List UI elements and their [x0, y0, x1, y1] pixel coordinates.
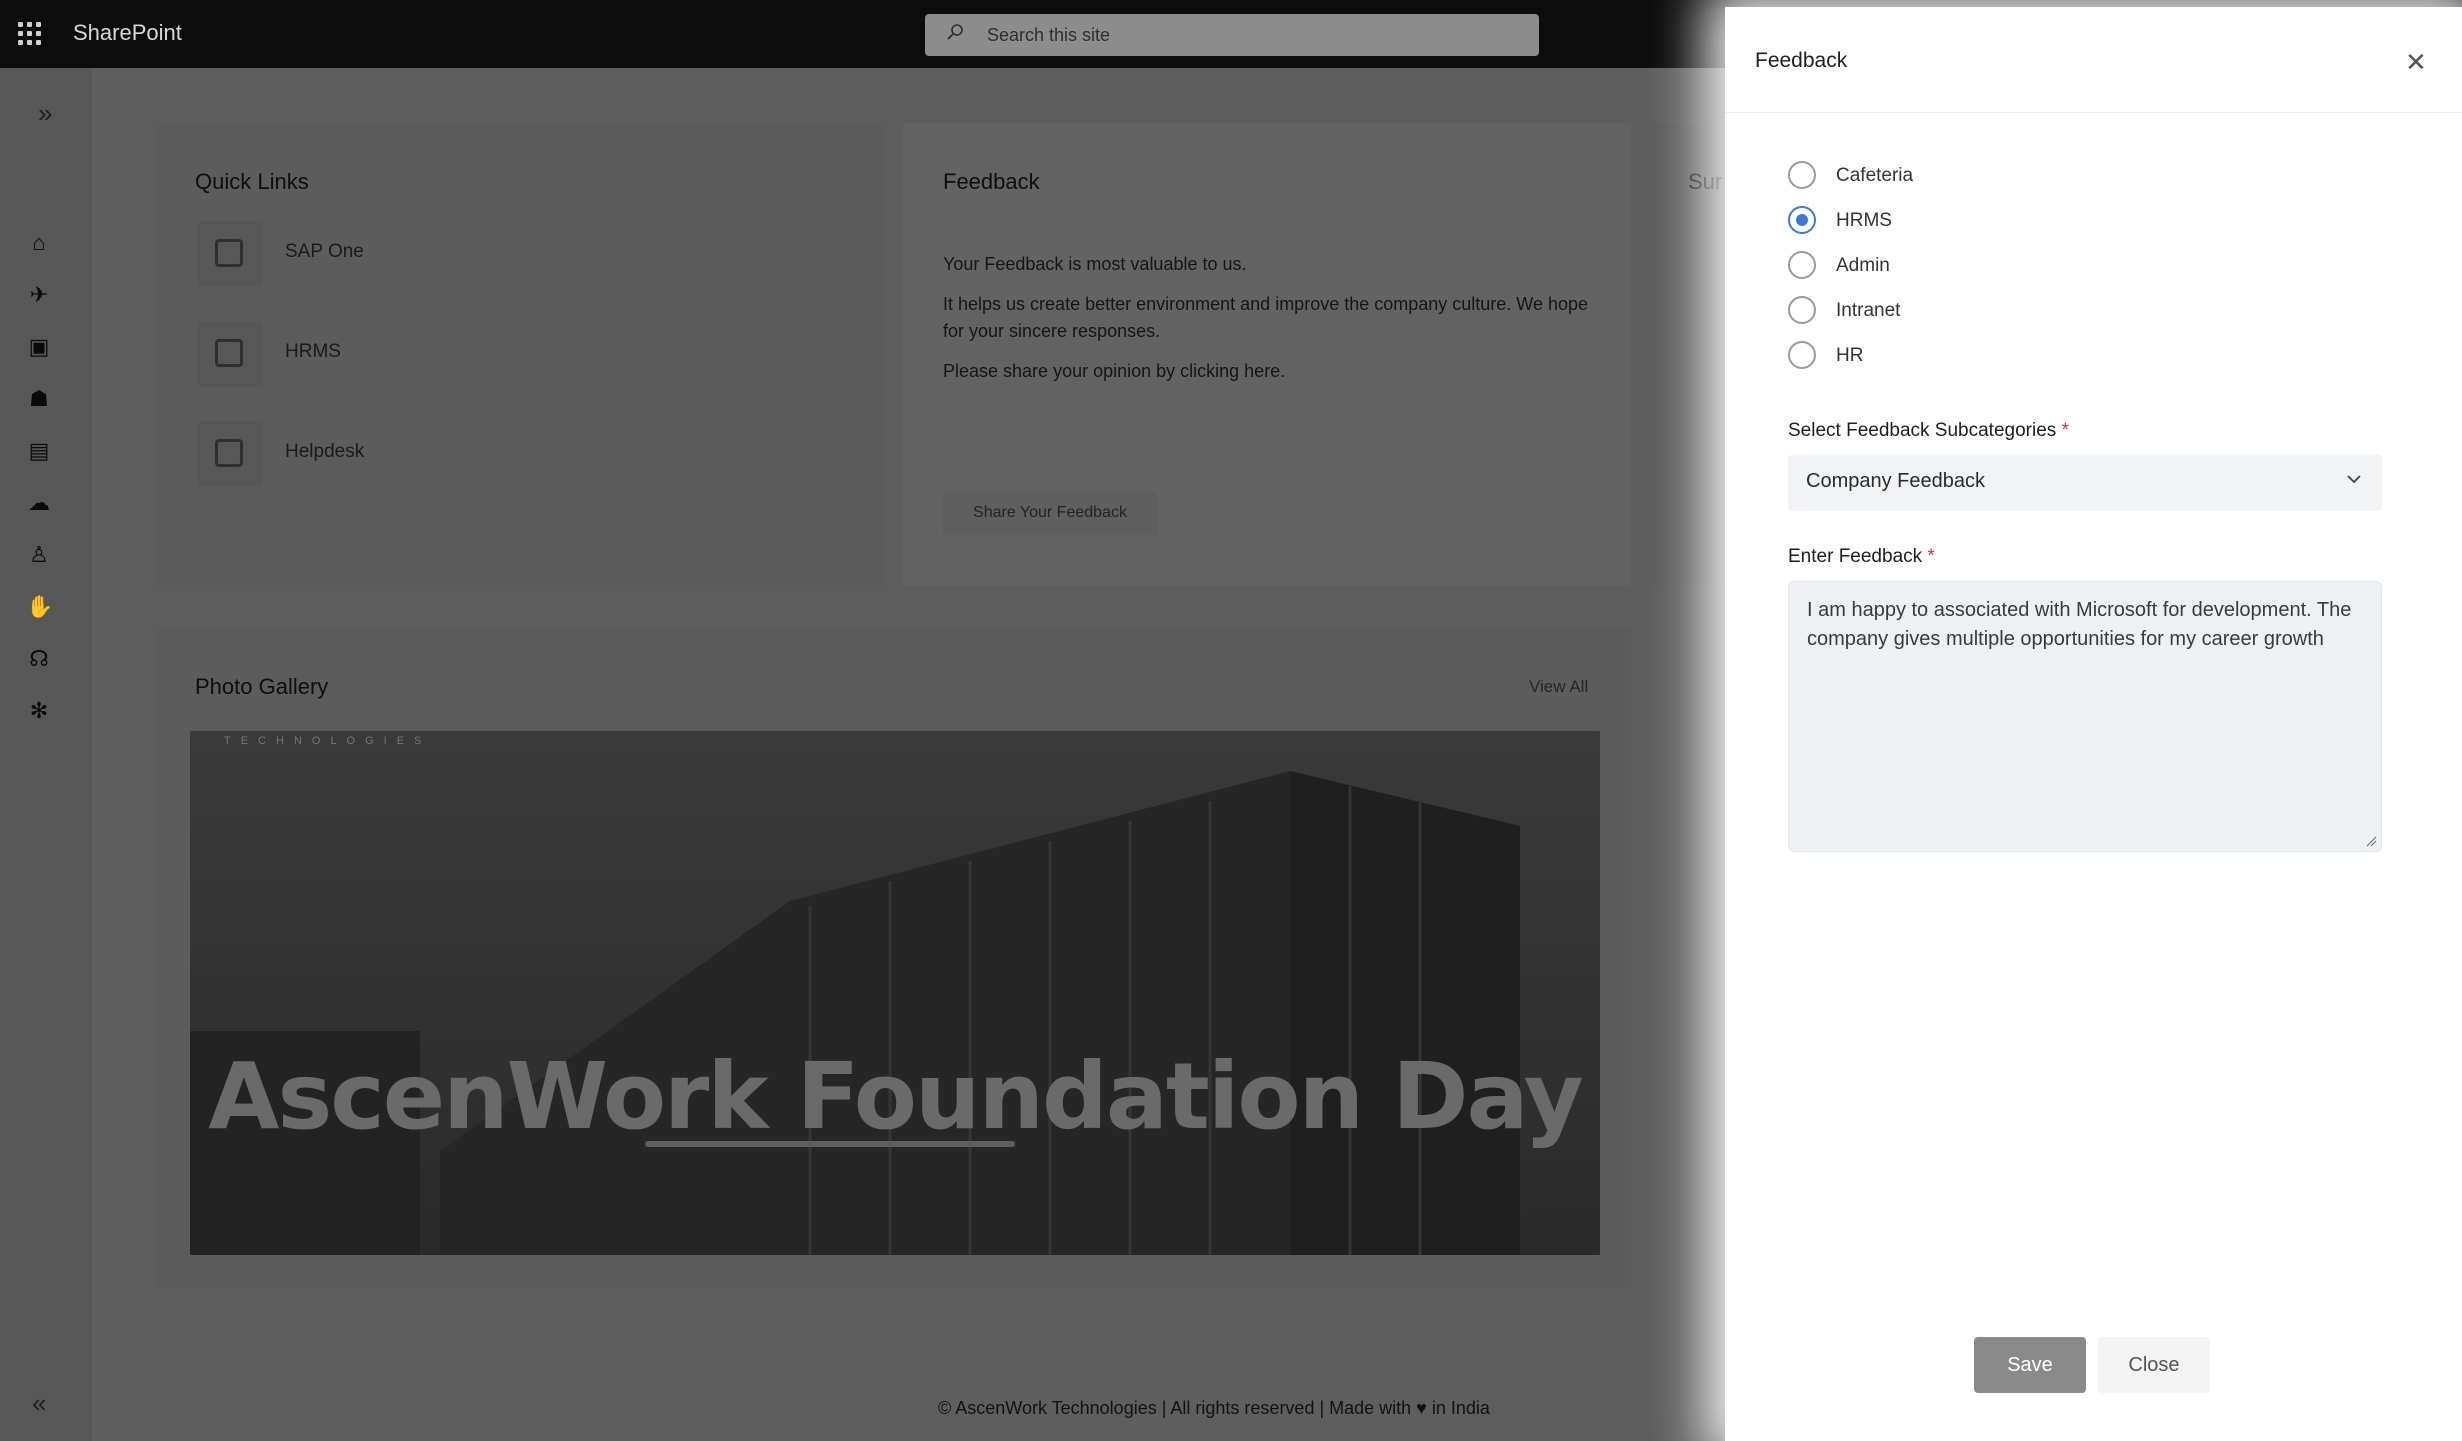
feedback-card-title: Feedback [943, 169, 1040, 194]
subcategory-label-text: Select Feedback Subcategories [1788, 420, 2057, 441]
app-launcher-icon[interactable] [18, 22, 42, 46]
radio-circle[interactable] [1788, 341, 1816, 369]
quick-link-sap-one[interactable]: SAP One [197, 221, 797, 287]
feedback-text-1: Your Feedback is most valuable to us. [943, 254, 1247, 274]
feedback-label-text: Enter Feedback [1788, 546, 1923, 567]
news-icon [197, 321, 263, 387]
settings-icon[interactable]: ✻ [26, 698, 52, 724]
resize-grip-icon[interactable] [2365, 835, 2377, 847]
radio-label: Admin [1836, 255, 1890, 276]
feedback-text-3[interactable]: Please share your opinion by clicking he… [943, 358, 1603, 385]
search-placeholder: Search this site [987, 25, 1111, 45]
radio-admin[interactable]: Admin [1788, 251, 1988, 283]
radio-label: HR [1836, 345, 1864, 366]
banner-title: AscenWork Foundation Day [208, 1043, 1583, 1150]
headset-icon[interactable]: ☊ [26, 646, 52, 672]
required-mark: * [2061, 420, 2069, 441]
people-icon[interactable]: ☗ [26, 386, 52, 412]
divider [1725, 112, 2462, 113]
save-button[interactable]: Save [1974, 1337, 2086, 1393]
document-icon[interactable]: ▤ [26, 438, 52, 464]
quick-links-card: Quick Links SAP One HRMS Helpdesk [157, 123, 885, 585]
radio-circle[interactable] [1788, 206, 1816, 234]
radio-label: HRMS [1836, 210, 1892, 231]
radio-circle[interactable] [1788, 251, 1816, 279]
expand-nav-icon[interactable]: » [38, 98, 52, 129]
radio-hr[interactable]: HR [1788, 341, 1988, 373]
gallery-photo[interactable]: TECHNOLOGIES AscenWork Foundation Day [190, 731, 1600, 1255]
logo-text: TECHNOLOGIES [224, 735, 432, 747]
subcategory-value: Company Feedback [1806, 470, 1985, 492]
feedback-label: Enter Feedback * [1788, 546, 1935, 568]
home-icon[interactable]: ⌂ [26, 230, 52, 256]
panel-title: Feedback [1755, 49, 1848, 72]
subcategory-label: Select Feedback Subcategories * [1788, 420, 2069, 442]
required-mark: * [1927, 546, 1935, 567]
news-icon [197, 221, 263, 287]
radio-intranet[interactable]: Intranet [1788, 296, 1988, 328]
contacts-icon[interactable]: ▣ [26, 334, 52, 360]
app-name[interactable]: SharePoint [73, 20, 182, 46]
footer-text: © AscenWork Technologies | All rights re… [938, 1398, 1490, 1418]
radio-label: Intranet [1836, 300, 1901, 321]
radio-hrms[interactable]: HRMS [1788, 206, 1988, 238]
weather-icon[interactable]: ☁ [26, 490, 52, 516]
quick-links-title: Quick Links [195, 169, 309, 194]
organization-icon[interactable]: ♙ [26, 542, 52, 568]
radio-label: Cafeteria [1836, 165, 1914, 186]
feedback-text-2: It helps us create better environment an… [943, 294, 1589, 341]
close-icon[interactable]: ✕ [2405, 47, 2427, 78]
quick-link-helpdesk[interactable]: Helpdesk [197, 421, 797, 487]
feedback-panel: Feedback ✕ Cafeteria HRMS Admin Intranet… [1725, 7, 2462, 1441]
radio-circle[interactable] [1788, 296, 1816, 324]
quick-link-hrms[interactable]: HRMS [197, 321, 797, 387]
news-icon [197, 421, 263, 487]
view-all-link[interactable]: View All [1529, 677, 1588, 697]
left-rail: » ⌂ ✈ ▣ ☗ ▤ ☁ ♙ ✋ ☊ ✻ « [0, 68, 92, 1441]
hand-icon[interactable]: ✋ [26, 594, 53, 620]
survey-card-title: Sur [1688, 169, 1723, 194]
subcategory-dropdown[interactable]: Company Feedback [1788, 455, 2382, 511]
collapse-nav-icon[interactable]: « [32, 1388, 46, 1419]
radio-cafeteria[interactable]: Cafeteria [1788, 161, 1988, 193]
search-input[interactable]: Search this site [925, 14, 1539, 56]
feedback-text-value: I am happy to associated with Microsoft … [1807, 599, 2352, 650]
chevron-down-icon [2347, 475, 2361, 484]
quick-link-label: Helpdesk [285, 441, 365, 462]
photo-gallery-title: Photo Gallery [195, 674, 329, 699]
search-icon [947, 24, 963, 40]
rocket-icon[interactable]: ✈ [26, 282, 52, 308]
close-button[interactable]: Close [2098, 1337, 2210, 1393]
quick-link-label: SAP One [285, 241, 364, 262]
feedback-card: Feedback Your Feedback is most valuable … [903, 123, 1631, 585]
share-feedback-button[interactable]: Share Your Feedback [943, 491, 1157, 535]
quick-link-label: HRMS [285, 341, 341, 362]
feedback-textarea[interactable]: I am happy to associated with Microsoft … [1788, 581, 2382, 852]
banner-underline [645, 1141, 1015, 1147]
building-image [190, 731, 1600, 1255]
radio-circle[interactable] [1788, 161, 1816, 189]
